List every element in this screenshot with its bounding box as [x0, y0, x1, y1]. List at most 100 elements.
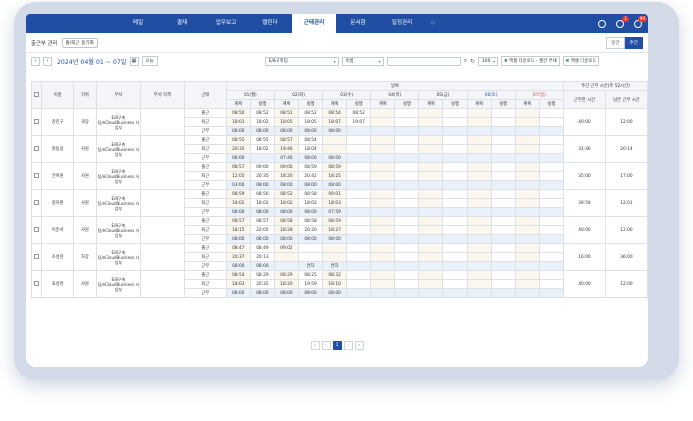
time-cell — [538, 234, 565, 244]
table-row: 전여원 사원 E/8구축팀/eCloudBusiness 사업부 출근 08:57 09:… — [30, 162, 649, 190]
last-page-button[interactable]: » — [354, 341, 364, 350]
row-checkbox[interactable] — [34, 280, 40, 286]
row-select-cell[interactable] — [30, 162, 43, 190]
time-cell — [418, 216, 444, 226]
row-select-cell[interactable] — [30, 108, 43, 136]
attendance-type: 퇴근 — [183, 171, 227, 181]
menu-item[interactable]: 캘린더 — [248, 14, 292, 33]
dept-header[interactable]: 부서 — [95, 81, 141, 109]
row-checkbox[interactable] — [34, 118, 40, 124]
time-cell: 03:00 — [225, 180, 251, 190]
attendance-type: 근무 — [183, 153, 227, 163]
time-cell — [490, 144, 516, 154]
attendance-type: 퇴근 — [183, 279, 227, 289]
today-button[interactable]: 오늘 — [141, 56, 158, 66]
time-cell — [514, 126, 540, 136]
row-checkbox[interactable] — [34, 145, 40, 151]
dept-select[interactable]: E/8구축팀 — [264, 56, 339, 66]
first-page-button[interactable]: « — [310, 341, 320, 350]
time-cell: 09:00 — [249, 162, 275, 172]
time-cell — [370, 261, 396, 271]
page-size-select[interactable]: 100 — [478, 56, 498, 66]
prev-page-button[interactable]: ‹ — [321, 341, 331, 350]
row-select-cell[interactable] — [30, 135, 43, 163]
employee-position: 사원 — [72, 216, 97, 244]
next-page-button[interactable]: › — [343, 341, 353, 350]
view-weekly-button[interactable]: 주간 — [624, 36, 643, 49]
position-header[interactable]: 직위 — [72, 81, 97, 109]
next-week-button[interactable]: › — [43, 56, 52, 66]
row-checkbox[interactable] — [34, 253, 40, 259]
time-cell — [490, 288, 516, 298]
time-cell — [538, 180, 565, 190]
time-cell — [466, 234, 492, 244]
time-cell: 22:05 — [249, 225, 275, 235]
time-cell: 18:01 — [225, 117, 251, 127]
time-cell: 18:02 — [297, 198, 324, 208]
pagination: « ‹ 1 › » — [26, 341, 648, 350]
time-cell — [322, 243, 348, 253]
time-cell — [538, 225, 565, 235]
menu-item[interactable]: 문서함 — [336, 14, 380, 33]
type-header[interactable]: 근태 — [183, 81, 227, 109]
attendance-type: 출근 — [183, 108, 227, 118]
time-cell — [418, 171, 444, 181]
row-checkbox[interactable] — [34, 226, 40, 232]
row-select-cell[interactable] — [30, 189, 43, 217]
excel-download-button[interactable]: ✖ 엑셀 다운로드 — [562, 56, 600, 66]
attendance-type: 퇴근 — [183, 198, 227, 208]
row-select-cell[interactable] — [30, 243, 43, 271]
calendar-icon[interactable]: ▦ — [129, 56, 139, 66]
time-cell — [370, 171, 396, 181]
employee-position: 사원 — [72, 162, 97, 190]
search-input[interactable] — [386, 56, 461, 66]
time-cell — [346, 162, 372, 172]
time-cell — [442, 225, 468, 235]
user-icon[interactable] — [598, 19, 606, 28]
employee-dept-role — [139, 108, 185, 136]
time-cell — [297, 252, 324, 262]
search-icon[interactable]: ⌕ — [464, 57, 467, 65]
time-cell — [418, 198, 444, 208]
day-header: 03(수) — [322, 90, 372, 100]
select-all-cell[interactable] — [30, 81, 43, 109]
select-all-checkbox[interactable] — [34, 91, 40, 97]
time-cell — [538, 261, 565, 271]
time-cell — [346, 288, 372, 298]
menu-item[interactable]: 결재 — [160, 14, 204, 33]
time-cell: 18:25 — [322, 171, 348, 181]
time-cell: 08:55 — [249, 135, 275, 145]
menu-item[interactable]: 근태관리 — [292, 14, 336, 33]
row-select-cell[interactable] — [30, 216, 43, 244]
remaining-hours: 12:00 — [604, 216, 649, 244]
time-cell: 08:00 — [225, 153, 251, 163]
worked-hours: 16:00 — [563, 243, 606, 271]
remaining-header: 남은 근무 시간 — [604, 90, 649, 109]
date-range: 2024년 04월 01 ~ 07일 — [57, 58, 127, 66]
message-icon[interactable]: 99 — [634, 15, 647, 28]
row-checkbox[interactable] — [34, 199, 40, 205]
time-cell — [442, 252, 468, 262]
sync-filter-pill[interactable]: 출/퇴근 동기화 — [61, 37, 98, 48]
excel-weekly-button[interactable]: ✖ 엑셀 다운로드 - 월간 부재 — [501, 56, 560, 66]
name-header[interactable]: 이름 — [41, 81, 74, 109]
dept-role-header[interactable]: 부서 직책 — [139, 81, 185, 109]
worked-hours: 35:00 — [563, 162, 606, 190]
view-daily-button[interactable]: 일간 — [606, 36, 625, 49]
refresh-icon[interactable]: ↻ — [470, 58, 475, 65]
time-cell — [273, 252, 300, 262]
row-checkbox[interactable] — [34, 172, 40, 178]
page-button-current[interactable]: 1 — [332, 341, 342, 350]
time-cell — [514, 288, 540, 298]
time-cell — [394, 243, 420, 253]
bell-icon[interactable]: 1 — [616, 15, 629, 28]
menu-item[interactable]: 일정관리 — [380, 14, 424, 33]
row-select-cell[interactable] — [30, 270, 43, 298]
apps-grid-icon[interactable]: ⁘ — [430, 14, 436, 33]
prev-week-button[interactable]: ‹ — [31, 56, 40, 66]
menu-item[interactable]: 메일 — [116, 14, 160, 33]
menu-item[interactable]: 업무보고 — [204, 14, 248, 33]
attendance-type: 출근 — [183, 216, 227, 226]
name-select[interactable]: 이름 — [341, 56, 384, 66]
time-cell — [442, 189, 468, 199]
